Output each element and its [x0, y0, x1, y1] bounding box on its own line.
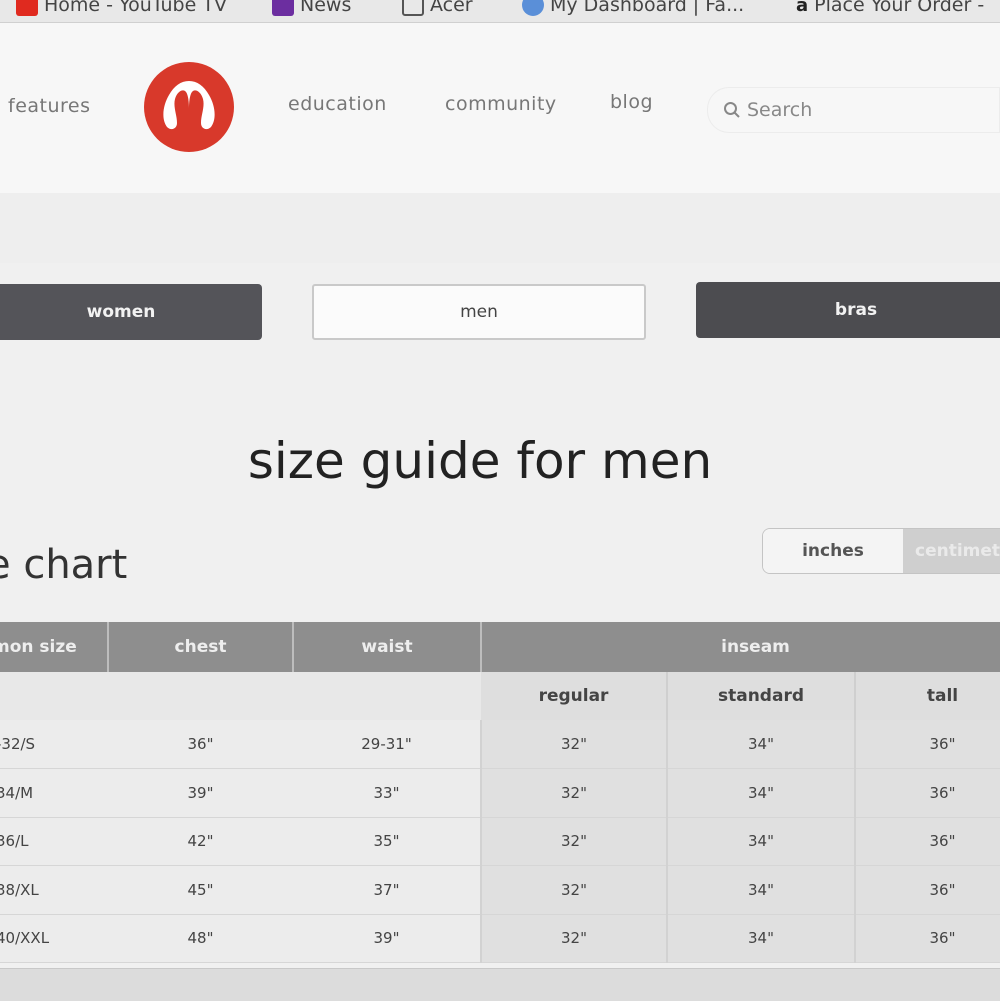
unit-toggle: inches centimet	[762, 528, 1000, 574]
lululemon-logo-icon[interactable]	[143, 61, 235, 153]
subheader-tall: tall	[855, 672, 1000, 720]
table-row: 40/XXL 48" 39" 32" 34" 36"	[0, 914, 1000, 963]
subheader-empty	[108, 672, 293, 720]
bookmark-acer[interactable]: Acer	[402, 0, 473, 16]
nav-education[interactable]: education	[288, 93, 387, 115]
bookmark-dashboard[interactable]: My Dashboard | Fa...	[522, 0, 744, 16]
news-icon	[272, 0, 294, 16]
bookmark-youtube-tv[interactable]: Home - YouTube TV	[16, 0, 227, 16]
bookmark-label: Place Your Order -	[814, 0, 985, 16]
cell-chest: 36"	[108, 720, 293, 769]
bookmark-news[interactable]: News	[272, 0, 351, 16]
bookmark-label: My Dashboard | Fa...	[550, 0, 745, 16]
cell-standard: 34"	[667, 768, 856, 818]
tab-women[interactable]: women	[0, 284, 262, 340]
table-row: -32/S 36" 29-31" 32" 34" 36"	[0, 720, 1000, 769]
cell-standard: 34"	[667, 865, 856, 915]
cell-waist: 39"	[293, 914, 482, 963]
taskbar	[0, 968, 1000, 1001]
search-input[interactable]: Search	[707, 87, 1000, 133]
cell-size: -32/S	[0, 720, 108, 769]
cell-chest: 39"	[108, 768, 293, 818]
youtube-icon	[16, 0, 38, 16]
cell-standard: 34"	[667, 720, 856, 769]
header-common-size: mon size	[0, 622, 109, 672]
section-title: e chart	[0, 542, 128, 588]
cell-chest: 45"	[108, 865, 293, 915]
nav-features[interactable]: features	[8, 95, 91, 117]
cell-standard: 34"	[667, 817, 856, 866]
cell-size: 34/M	[0, 768, 108, 818]
cell-chest: 48"	[108, 914, 293, 963]
nav-community[interactable]: community	[445, 93, 557, 115]
cell-regular: 32"	[481, 817, 668, 866]
table-row: 38/XL 45" 37" 32" 34" 36"	[0, 865, 1000, 915]
cell-regular: 32"	[481, 914, 668, 963]
header-waist: waist	[293, 622, 482, 672]
globe-icon	[522, 0, 544, 16]
bookmark-label: News	[300, 0, 352, 16]
cell-regular: 32"	[481, 865, 668, 915]
cell-tall: 36"	[855, 817, 1000, 866]
size-chart-table: mon size chest waist inseam regular stan…	[0, 622, 1000, 963]
bookmark-label: Acer	[430, 0, 473, 16]
cell-waist: 33"	[293, 768, 482, 818]
unit-inches-button[interactable]: inches	[763, 529, 903, 573]
cell-waist: 37"	[293, 865, 482, 915]
cell-size: 38/XL	[0, 865, 108, 915]
table-row: 36/L 42" 35" 32" 34" 36"	[0, 817, 1000, 866]
cell-waist: 35"	[293, 817, 482, 866]
cell-chest: 42"	[108, 817, 293, 866]
bookmark-label: Home - YouTube TV	[44, 0, 227, 16]
bookmarks-bar: Home - YouTube TV News Acer My Dashboard…	[0, 0, 1000, 23]
page-title: size guide for men	[247, 432, 713, 490]
subheader-empty	[0, 672, 108, 720]
bookmark-place-order[interactable]: a Place Your Order -	[796, 0, 984, 16]
subheader-empty	[293, 672, 481, 720]
subheader-regular: regular	[481, 672, 668, 720]
tab-bras[interactable]: bras	[696, 282, 1000, 338]
subheader-standard: standard	[667, 672, 856, 720]
page-icon	[402, 0, 424, 16]
cell-regular: 32"	[481, 768, 668, 818]
cell-size: 36/L	[0, 817, 108, 866]
table-row: 34/M 39" 33" 32" 34" 36"	[0, 768, 1000, 818]
cell-tall: 36"	[855, 720, 1000, 769]
site-header: features education community blog Search	[0, 23, 1000, 193]
header-chest: chest	[108, 622, 294, 672]
tab-men[interactable]: men	[312, 284, 646, 340]
cell-standard: 34"	[667, 914, 856, 963]
cell-tall: 36"	[855, 914, 1000, 963]
cell-regular: 32"	[481, 720, 668, 769]
header-band	[0, 193, 1000, 263]
search-placeholder: Search	[747, 99, 813, 121]
cell-tall: 36"	[855, 768, 1000, 818]
unit-centimeters-button[interactable]: centimet	[903, 529, 1000, 573]
header-inseam: inseam	[481, 622, 1000, 672]
cell-waist: 29-31"	[293, 720, 482, 769]
cell-size: 40/XXL	[0, 914, 108, 963]
cell-tall: 36"	[855, 865, 1000, 915]
search-icon	[724, 102, 740, 118]
amazon-icon: a	[796, 0, 809, 16]
nav-blog[interactable]: blog	[610, 91, 653, 113]
